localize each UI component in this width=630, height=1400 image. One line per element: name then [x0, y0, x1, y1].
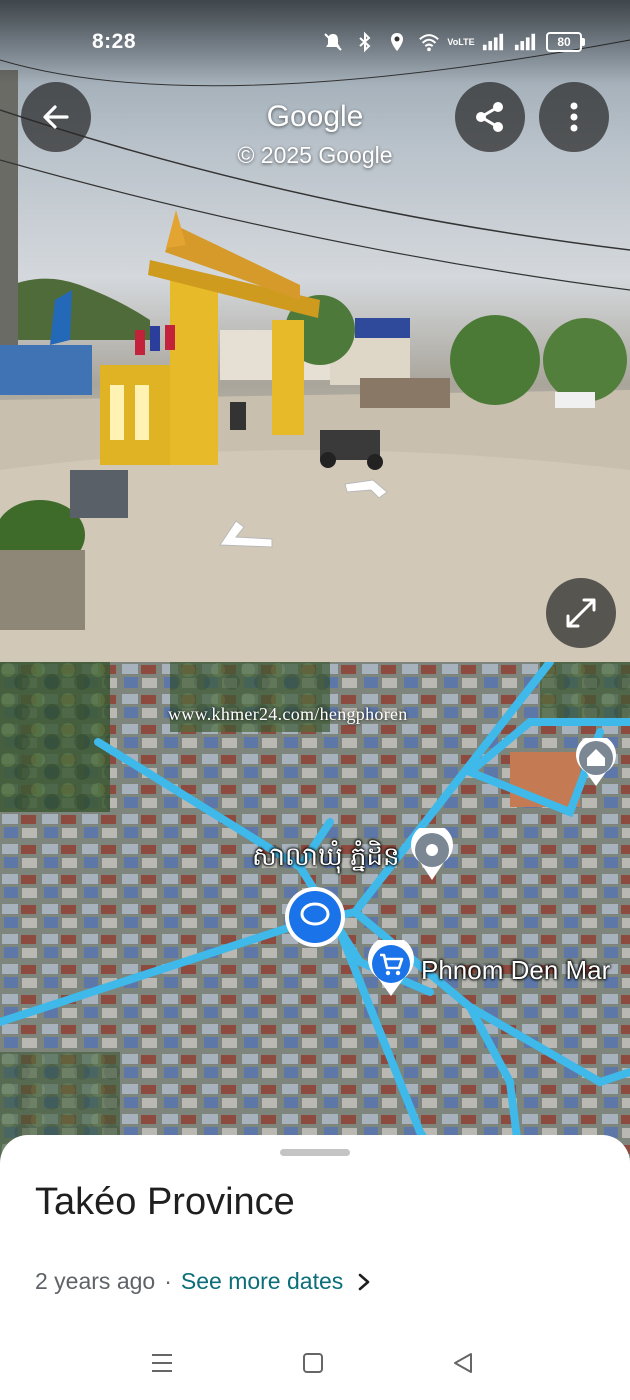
volte-label: VoLTE [447, 36, 475, 47]
menu-icon[interactable] [147, 1348, 177, 1378]
street-view-title: Google [266, 100, 364, 133]
chevron-right-icon[interactable] [357, 1273, 371, 1291]
sheet-drag-handle[interactable] [280, 1149, 350, 1156]
street-nav-arrow-back[interactable] [216, 517, 276, 551]
back-triangle-icon[interactable] [448, 1348, 478, 1378]
status-bar: 8:28 VoLTE 80 [0, 0, 630, 84]
shopping-cart-pin-icon[interactable] [366, 940, 416, 998]
more-options-button[interactable] [539, 82, 609, 152]
see-more-dates-link[interactable]: See more dates [181, 1268, 343, 1295]
status-time: 8:28 [92, 30, 137, 53]
street-view-copyright: © 2025 Google [237, 142, 393, 168]
signal-icon [482, 31, 504, 53]
volte-icon: VoLTE [447, 31, 475, 53]
imagery-date-row: 2 years ago · See more dates [35, 1268, 371, 1295]
street-nav-arrow-forward[interactable] [343, 478, 391, 502]
mute-icon [322, 31, 344, 53]
bluetooth-icon [354, 31, 376, 53]
share-icon [476, 102, 503, 132]
watermark-text: www.khmer24.com/hengphoren [168, 704, 408, 724]
share-button[interactable] [455, 82, 525, 152]
temple-pin-icon[interactable] [574, 738, 618, 788]
place-title: Takéo Province [35, 1181, 295, 1223]
street-view-panorama[interactable]: 8:28 VoLTE 80 Google © 2025 Google [0, 0, 630, 662]
separator-dot: · [164, 1268, 172, 1294]
status-icons: VoLTE 80 [322, 30, 585, 54]
system-nav-bar [0, 1330, 630, 1400]
location-icon [386, 31, 408, 53]
wifi-icon [418, 31, 440, 53]
street-view-position-marker[interactable] [282, 884, 348, 950]
imagery-age: 2 years ago [35, 1268, 156, 1294]
battery-icon: 80 [546, 32, 585, 52]
map-label-commune-hall[interactable]: សាលាឃុំ ភ្នំដិន [252, 840, 400, 878]
signal-icon [514, 31, 536, 53]
expand-button[interactable] [546, 578, 616, 648]
place-pin-icon[interactable] [410, 828, 454, 882]
map-view[interactable]: www.khmer24.com/hengphoren សាលាឃុំ ភ្នំដ… [0, 662, 630, 1162]
home-square-icon[interactable] [298, 1348, 328, 1378]
expand-icon [566, 598, 596, 628]
more-vert-icon [570, 102, 578, 132]
map-label-market[interactable]: Phnom Den Mar [421, 955, 610, 986]
